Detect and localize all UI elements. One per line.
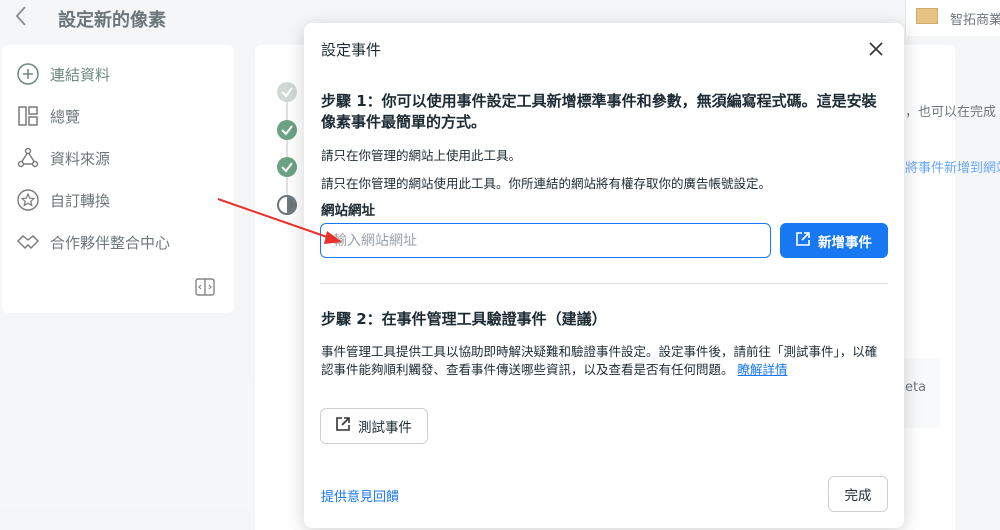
dialog-title: 設定事件 bbox=[321, 41, 382, 59]
step1-note: 請只在你管理的網站上使用此工具。 bbox=[321, 148, 522, 163]
add-events-button[interactable]: 新增事件 bbox=[780, 223, 888, 258]
step1-heading: 步驟 1：你可以使用事件設定工具新增標準事件和參數，無須編寫程式碼。這是安裝像素… bbox=[321, 92, 877, 131]
step2-description: 事件管理工具提供工具以協助即時解決疑難和驗證事件設定。設定事件後，請前往「測試事… bbox=[321, 343, 888, 379]
step2-description-text: 事件管理工具提供工具以協助即時解決疑難和驗證事件設定。設定事件後，請前往「測試事… bbox=[321, 344, 878, 377]
section-divider bbox=[320, 283, 888, 284]
setup-events-dialog: 設定事件 步驟 1：你可以使用事件設定工具新增標準事件和參數，無須編寫程式碼。這… bbox=[304, 23, 904, 528]
learn-more-link[interactable]: 瞭解詳情 bbox=[738, 362, 788, 377]
external-link-icon bbox=[796, 231, 810, 250]
url-field-label: 網站網址 bbox=[321, 203, 375, 219]
external-link-icon bbox=[336, 417, 350, 435]
feedback-link[interactable]: 提供意見回饋 bbox=[321, 486, 399, 505]
close-icon[interactable] bbox=[864, 37, 888, 61]
step1-note: 請只在你管理的網站使用此工具。你所連結的網站將有權存取你的廣告帳號設定。 bbox=[321, 176, 772, 191]
add-events-label: 新增事件 bbox=[818, 234, 872, 251]
step2-heading: 步驟 2：在事件管理工具驗證事件（建議） bbox=[321, 310, 607, 328]
website-url-input[interactable] bbox=[320, 223, 771, 258]
test-events-button[interactable]: 測試事件 bbox=[320, 408, 428, 444]
test-events-label: 測試事件 bbox=[358, 420, 412, 436]
done-button[interactable]: 完成 bbox=[828, 476, 888, 512]
